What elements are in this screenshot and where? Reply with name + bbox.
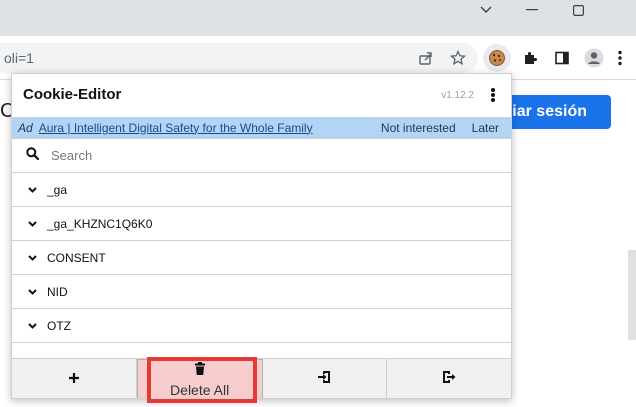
not-interested-button[interactable]: Not interested	[381, 121, 456, 135]
import-button[interactable]	[263, 359, 388, 398]
ad-banner: Ad Aura | Intelligent Digital Safety for…	[12, 117, 511, 138]
delete-all-button[interactable]: Delete All	[136, 359, 263, 398]
minimize-icon[interactable]	[509, 0, 555, 20]
search-bar	[12, 138, 511, 173]
chevron-down-icon[interactable]	[463, 0, 509, 20]
search-input[interactable]	[51, 148, 471, 163]
ad-tag: Ad	[18, 120, 33, 135]
cookie-list: _ga _ga_KHZNC1Q6K0 CONSENT NID OTZ	[12, 173, 511, 343]
share-icon[interactable]	[412, 44, 440, 72]
import-icon	[317, 370, 331, 389]
plus-icon	[68, 371, 80, 389]
browser-titlebar	[0, 0, 636, 36]
popup-title: Cookie-Editor	[23, 86, 122, 103]
trash-icon	[194, 361, 206, 380]
cookie-name: _ga_KHZNC1Q6K0	[47, 216, 153, 231]
export-icon	[442, 370, 456, 389]
url-text: oli=1	[4, 50, 34, 66]
chevron-down-icon	[26, 184, 38, 196]
side-panel-icon[interactable]	[548, 44, 576, 72]
extensions-puzzle-icon[interactable]	[516, 44, 544, 72]
cookie-row[interactable]: NID	[12, 275, 511, 309]
cookie-row[interactable]: _ga_KHZNC1Q6K0	[12, 207, 511, 241]
cookie-name: CONSENT	[47, 250, 106, 265]
star-icon[interactable]	[444, 44, 472, 72]
delete-all-label: Delete All	[170, 381, 230, 398]
profile-avatar-icon[interactable]	[580, 44, 608, 72]
cookie-name: NID	[47, 284, 68, 299]
chevron-down-icon	[26, 286, 38, 298]
cookie-name: OTZ	[47, 318, 71, 333]
ad-actions: Not interested Later	[381, 121, 499, 135]
cookie-name: _ga	[47, 182, 68, 197]
chevron-down-icon	[26, 218, 38, 230]
more-options-icon[interactable]	[489, 86, 497, 104]
maximize-icon[interactable]	[555, 0, 601, 20]
action-bar: Delete All	[12, 358, 511, 398]
add-cookie-button[interactable]	[12, 359, 137, 398]
later-button[interactable]: Later	[472, 121, 499, 135]
browser-menu-icon[interactable]	[610, 44, 630, 72]
page-scrollbar[interactable]	[628, 250, 636, 340]
search-icon	[26, 146, 40, 165]
address-bar[interactable]: oli=1	[0, 43, 478, 73]
cookie-row[interactable]: _ga	[12, 173, 511, 207]
chevron-down-icon	[26, 252, 38, 264]
popup-header: Cookie-Editor v1.12.2	[12, 74, 511, 117]
chevron-down-icon	[26, 320, 38, 332]
version-label: v1.12.2	[441, 90, 474, 101]
cookie-editor-extension-icon[interactable]	[483, 44, 511, 72]
cookie-row[interactable]: CONSENT	[12, 241, 511, 275]
cookie-editor-popup: Cookie-Editor v1.12.2 Ad Aura | Intellig…	[11, 73, 512, 399]
export-button[interactable]	[387, 359, 511, 398]
ad-link[interactable]: Aura | Intelligent Digital Safety for th…	[39, 121, 313, 135]
cookie-row[interactable]: OTZ	[12, 309, 511, 343]
